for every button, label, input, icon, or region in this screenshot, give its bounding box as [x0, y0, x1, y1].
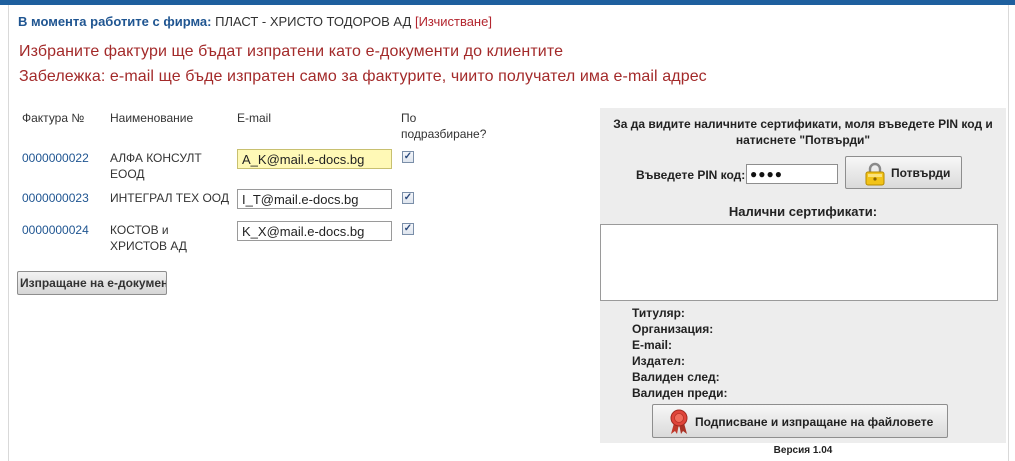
default-checkbox[interactable]: ✓ — [402, 192, 414, 204]
client-name: АЛФА КОНСУЛТ ЕООД — [110, 150, 202, 182]
notice-line-2: Забележка: e-mail ще бъде изпратен само … — [19, 68, 707, 85]
detail-valid-to: Валиден преди: — [632, 386, 728, 400]
detail-email: E-mail: — [632, 338, 673, 352]
column-header-name: Наименование — [110, 111, 194, 125]
invoice-link[interactable]: 0000000022 — [22, 150, 89, 166]
client-name-line2: ХРИСТОВ АД — [110, 239, 187, 253]
company-label: В момента работите с фирма: — [18, 14, 212, 29]
send-edocuments-button[interactable]: Изпращане на е-документи — [17, 271, 167, 295]
pin-instructions-line1: За да видите наличните сертификати, моля… — [613, 117, 993, 131]
detail-issuer: Издател: — [632, 354, 686, 368]
confirm-button-label: Потвърди — [891, 166, 951, 180]
column-header-default-line1: По — [401, 111, 417, 125]
detail-holder: Титуляр: — [632, 306, 685, 320]
sign-and-send-button[interactable]: Подписване и изпращане на файловете — [652, 404, 948, 438]
certificate-details: Титуляр: Организация: E-mail: Издател: В… — [632, 305, 727, 401]
confirm-button[interactable]: Потвърди — [845, 156, 962, 189]
client-name-line2: ЕООД — [110, 167, 145, 181]
detail-organization: Организация: — [632, 322, 714, 336]
version-label: Версия 1.04 — [773, 445, 833, 456]
company-line: В момента работите с фирма: ПЛАСТ - ХРИС… — [18, 14, 492, 29]
column-header-invoice: Фактура № — [22, 111, 85, 125]
default-checkbox[interactable]: ✓ — [402, 151, 414, 163]
client-name-line1: АЛФА КОНСУЛТ — [110, 151, 202, 165]
pin-input[interactable]: ●●●● — [746, 164, 838, 184]
company-name: ПЛАСТ - ХРИСТО ТОДОРОВ АД — [215, 14, 412, 29]
column-header-default: По подразбиране? — [401, 110, 486, 142]
default-checkbox[interactable]: ✓ — [402, 223, 414, 235]
invoice-link[interactable]: 0000000024 — [22, 222, 89, 238]
seal-icon — [670, 409, 688, 434]
pin-instructions: За да видите наличните сертификати, моля… — [600, 116, 1006, 148]
email-field[interactable] — [237, 221, 392, 241]
certificate-panel: За да видите наличните сертификати, моля… — [600, 108, 1006, 456]
detail-valid-from: Валиден след: — [632, 370, 720, 384]
client-name-line1: КОСТОВ и — [110, 223, 169, 237]
lock-icon — [865, 162, 885, 186]
client-name-line1: ИНТЕГРАЛ ТЕХ ООД — [110, 191, 230, 205]
main-content: В момента работите с фирма: ПЛАСТ - ХРИС… — [8, 5, 1009, 461]
sign-and-send-button-label: Подписване и изпращане на файловете — [695, 415, 934, 429]
client-name: ИНТЕГРАЛ ТЕХ ООД — [110, 190, 229, 206]
column-header-email: E-mail — [237, 111, 272, 125]
available-certificates-title: Налични сертификати: — [728, 204, 878, 219]
client-name: КОСТОВ и ХРИСТОВ АД — [110, 222, 187, 254]
pin-label: Въведете PIN код: — [636, 168, 746, 182]
pin-instructions-line2: натиснете "Потвърди" — [735, 133, 871, 147]
email-field[interactable] — [237, 189, 392, 209]
column-header-default-line2: подразбиране? — [401, 127, 487, 141]
certificates-list[interactable] — [600, 224, 998, 301]
email-field[interactable] — [237, 149, 392, 169]
invoice-link[interactable]: 0000000023 — [22, 190, 89, 206]
clear-company-link[interactable]: [Изчистване] — [415, 14, 492, 29]
notice-line-1: Избраните фактури ще бъдат изпратени кат… — [19, 43, 564, 60]
